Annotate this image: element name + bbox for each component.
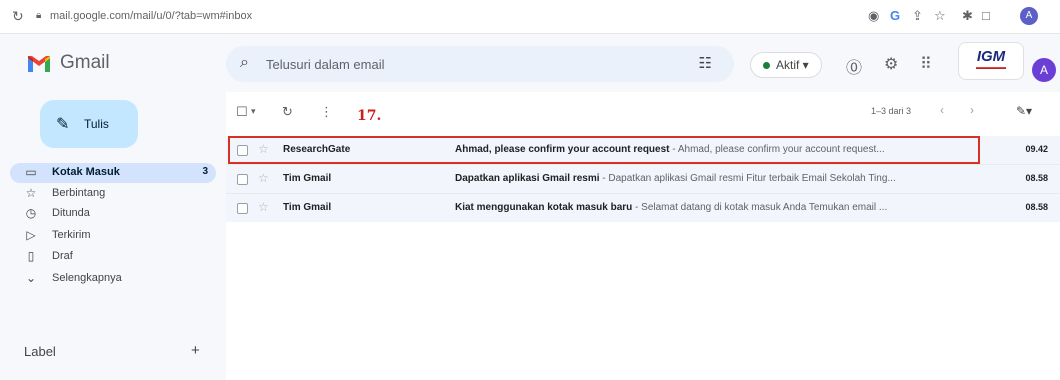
refresh-icon[interactable]: ↻ (282, 104, 293, 120)
side-panel-icon[interactable]: □ (982, 8, 990, 23)
gmail-logo-icon[interactable] (26, 54, 52, 74)
email-snippet: - Dapatkan aplikasi Gmail resmi Fitur te… (599, 173, 896, 184)
account-avatar[interactable]: A (1032, 58, 1056, 82)
browser-toolbar: ↻ 🔒︎ mail.google.com/mail/u/0/?tab=wm#in… (0, 0, 1060, 34)
chevron-down-icon: ⌄ (25, 271, 37, 285)
apps-grid-icon[interactable]: ⠿ (920, 54, 932, 74)
labels-heading: Label (24, 344, 56, 359)
sidebar-item-label: Berbintang (52, 187, 106, 199)
pencil-icon: ✎ (56, 116, 70, 133)
gmail-header: Gmail ⌕ ☷ Aktif ▾ ⓪ ⚙ ⠿ IGM ▬▬▬▬▬ A (0, 34, 1060, 92)
status-dropdown[interactable]: Aktif ▾ (750, 52, 822, 78)
add-label-icon[interactable]: + (191, 342, 200, 359)
email-time: 09.42 (1025, 144, 1048, 154)
organization-logo-text: IGM (976, 48, 1006, 65)
inbox-icon: ▭ (25, 165, 37, 179)
email-sender: ResearchGate (283, 144, 351, 155)
compose-label: Tulis (84, 117, 109, 131)
pagination-text: 1–3 dari 3 (871, 106, 912, 116)
star-icon[interactable]: ☆ (258, 142, 269, 156)
reload-icon[interactable]: ↻ (12, 8, 24, 25)
sidebar-item-label: Kotak Masuk (52, 166, 120, 178)
mail-list-panel: ☐ ▾ ↻ ⋮ 17. 1–3 dari 3 ‹ › ✎▾ ☆ Research… (226, 92, 1060, 380)
email-subject: Dapatkan aplikasi Gmail resmi (455, 173, 600, 184)
sidebar-item-drafts[interactable]: ▯ Draf (10, 247, 216, 267)
row-checkbox[interactable] (237, 145, 248, 156)
extensions-puzzle-icon[interactable]: ✱ (962, 8, 973, 24)
browser-profile-avatar[interactable]: A (1020, 7, 1038, 25)
search-icon[interactable]: ⌕ (240, 54, 249, 72)
email-sender: Tim Gmail (283, 173, 332, 184)
email-row[interactable]: ☆ Tim Gmail Kiat menggunakan kotak masuk… (226, 194, 1060, 222)
star-icon[interactable]: ☆ (258, 200, 269, 214)
draft-icon: ▯ (27, 249, 35, 263)
email-content: Ahmad, please confirm your account reque… (455, 144, 965, 155)
row-checkbox[interactable] (237, 203, 248, 214)
email-content: Dapatkan aplikasi Gmail resmi - Dapatkan… (455, 173, 965, 184)
settings-gear-icon[interactable]: ⚙ (884, 54, 898, 74)
search-options-icon[interactable]: ☷ (699, 54, 712, 72)
email-content: Kiat menggunakan kotak masuk baru - Sela… (455, 202, 965, 213)
star-icon[interactable]: ☆ (258, 171, 269, 185)
status-label: Aktif (776, 58, 800, 72)
email-time: 08.58 (1025, 173, 1048, 183)
bookmark-star-icon[interactable]: ☆ (934, 8, 946, 24)
email-time: 08.58 (1025, 202, 1048, 212)
select-all-checkbox[interactable]: ☐ (236, 104, 248, 120)
more-options-icon[interactable]: ⋮ (320, 104, 333, 120)
star-icon: ☆ (25, 186, 37, 200)
email-subject: Kiat menggunakan kotak masuk baru (455, 202, 633, 213)
search-bar[interactable]: ⌕ ☷ (226, 46, 734, 82)
help-icon[interactable]: ⓪ (846, 54, 862, 78)
app-name[interactable]: Gmail (60, 52, 110, 74)
email-row[interactable]: ☆ ResearchGate Ahmad, please confirm you… (226, 136, 1060, 164)
sidebar: ✎ Tulis ▭ Kotak Masuk 3 ☆ Berbintang ◷ D… (0, 92, 226, 380)
search-input[interactable] (266, 55, 666, 73)
google-icon[interactable]: G (890, 8, 900, 23)
sidebar-item-label: Ditunda (52, 207, 90, 219)
sidebar-item-label: Terkirim (52, 229, 91, 241)
sidebar-item-label: Selengkapnya (52, 272, 122, 284)
older-page-icon[interactable]: › (970, 103, 974, 117)
row-checkbox[interactable] (237, 174, 248, 185)
organization-logo[interactable]: IGM ▬▬▬▬▬ (958, 42, 1024, 80)
email-row[interactable]: ☆ Tim Gmail Dapatkan aplikasi Gmail resm… (226, 165, 1060, 193)
annotation-number: 17. (357, 108, 382, 124)
sidebar-item-more[interactable]: ⌄ Selengkapnya (10, 269, 216, 289)
share-icon[interactable]: ⇪ (912, 8, 923, 24)
status-dot-icon (763, 62, 770, 70)
compose-button[interactable]: ✎ Tulis (40, 100, 138, 148)
sidebar-item-snoozed[interactable]: ◷ Ditunda (10, 204, 216, 224)
sidebar-item-sent[interactable]: ▷ Terkirim (10, 226, 216, 246)
address-bar[interactable]: mail.google.com/mail/u/0/?tab=wm#inbox (50, 10, 252, 22)
email-snippet: - Ahmad, please confirm your account req… (669, 144, 885, 155)
email-snippet: - Selamat datang di kotak masuk Anda Tem… (632, 202, 888, 213)
organization-logo-subline: ▬▬▬▬▬ (976, 65, 1006, 71)
send-icon: ▷ (26, 228, 36, 242)
select-dropdown-icon[interactable]: ▾ (251, 106, 256, 117)
site-info-icon[interactable]: 🔒︎ (36, 10, 41, 21)
sidebar-item-starred[interactable]: ☆ Berbintang (10, 184, 216, 204)
clock-icon: ◷ (25, 206, 37, 220)
input-tools-icon[interactable]: ✎▾ (1016, 104, 1032, 118)
sidebar-item-label: Draf (52, 250, 73, 262)
sidebar-item-inbox[interactable]: ▭ Kotak Masuk 3 (10, 163, 216, 183)
unread-count: 3 (202, 166, 208, 177)
mail-toolbar: ☐ ▾ ↻ ⋮ 17. 1–3 dari 3 ‹ › ✎▾ (226, 92, 1060, 130)
newer-page-icon[interactable]: ‹ (940, 103, 944, 117)
email-sender: Tim Gmail (283, 202, 332, 213)
extension-icon[interactable]: ◉ (868, 8, 879, 24)
email-subject: Ahmad, please confirm your account reque… (455, 144, 670, 155)
